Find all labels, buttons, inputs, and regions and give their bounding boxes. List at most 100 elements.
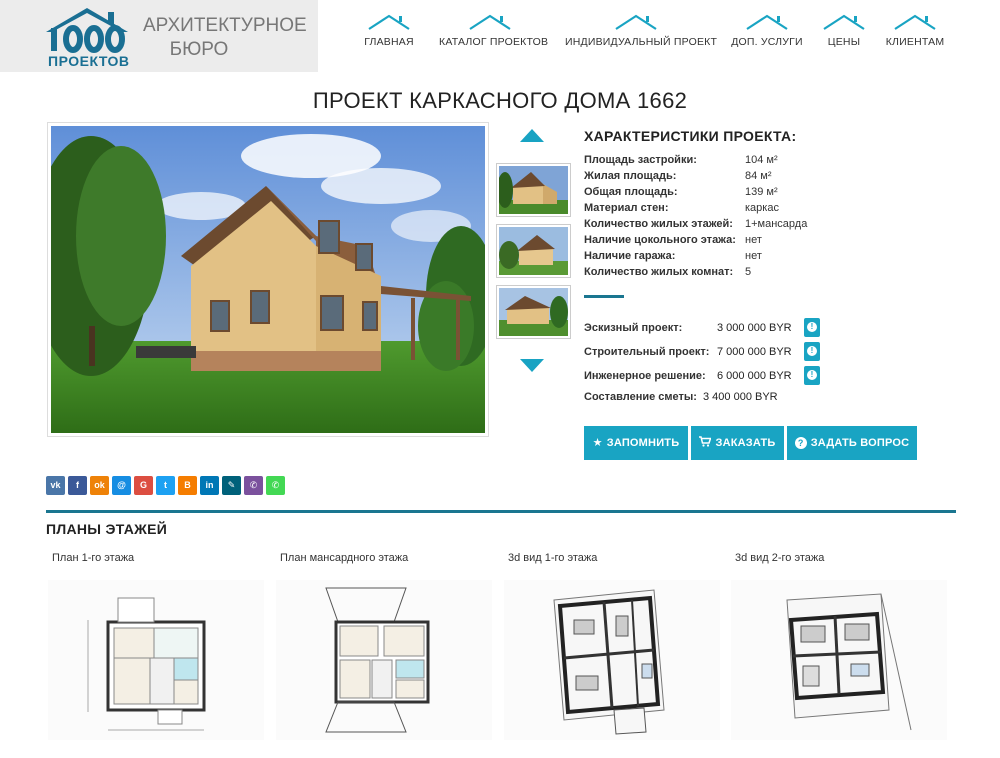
specs-divider [584,295,624,298]
vk-icon[interactable]: vk [46,476,65,495]
spec-row: Жилая площадь: 84 м² [584,168,964,184]
thumb-image [499,227,568,275]
nav-item-clients[interactable]: КЛИЕНТАМ [885,14,945,48]
spec-key: Общая площадь: [584,186,678,198]
logo-line-2: БЮРО [169,39,229,60]
viber-icon[interactable]: ✆ [244,476,263,495]
info-icon: ! [807,322,817,332]
price-label: Строительный проект: [584,346,710,358]
roof-icon [823,14,865,30]
price-row-engineering: Инженерное решение: 6 000 000 BYR [584,366,792,386]
gallery-thumb-1[interactable] [496,163,571,217]
spec-value: 139 м² [745,186,778,198]
project-specs: ХАРАКТЕРИСТИКИ ПРОЕКТА: Площадь застройк… [584,128,964,280]
floor-plan-attic[interactable]: План мансардного этажа [276,552,496,740]
plan-image[interactable] [48,580,264,740]
spec-key: Площадь застройки: [584,154,697,166]
gallery-thumb-3[interactable] [496,285,571,339]
spec-value: нет [745,250,762,262]
roof-icon [746,14,788,30]
info-construction-button[interactable]: ! [804,342,820,361]
main-photo[interactable] [47,122,489,437]
blogger-icon[interactable]: B [178,476,197,495]
nav-label: КАТАЛОГ ПРОЕКТОВ [439,36,549,48]
plan-image[interactable] [504,580,720,740]
spec-key: Материал стен: [584,202,669,214]
button-label: ЗАКАЗАТЬ [715,437,776,449]
logo-block[interactable]: ПРОЕКТОВ АРХИТЕКТУРНОЕ БЮРО [0,0,318,72]
price-row-estimate: Составление сметы: 3 400 000 BYR [584,387,778,407]
spec-row: Площадь застройки: 104 м² [584,152,964,168]
button-label: ЗАПОМНИТЬ [606,437,680,449]
spec-row: Материал стен: каркас [584,200,964,216]
spec-value: 104 м² [745,154,778,166]
nav-label: ИНДИВИДУАЛЬНЫЙ ПРОЕКТ [565,36,718,48]
floor-plan-1[interactable]: План 1-го этажа [48,552,268,740]
plan-image[interactable] [276,580,492,740]
price-value: 3 000 000 BYR [717,322,792,334]
question-icon: ? [794,437,807,449]
moimir-icon[interactable]: @ [112,476,131,495]
nav-item-catalog[interactable]: КАТАЛОГ ПРОЕКТОВ [439,14,549,48]
price-row-sketch: Эскизный проект: 3 000 000 BYR [584,318,792,338]
nav-item-individual[interactable]: ИНДИВИДУАЛЬНЫЙ ПРОЕКТ [565,14,718,48]
price-value: 7 000 000 BYR [717,346,792,358]
nav-label: ЦЕНЫ [827,36,861,48]
logo-text: АРХИТЕКТУРНОЕ БЮРО [143,14,307,62]
logo-line-1: АРХИТЕКТУРНОЕ [143,15,307,36]
spec-row: Общая площадь: 139 м² [584,184,964,200]
nav-label: ДОП. УСЛУГИ [731,36,803,48]
spec-row: Наличие гаража: нет [584,248,964,264]
livejournal-icon[interactable]: ✎ [222,476,241,495]
spec-key: Наличие цокольного этажа: [584,234,736,246]
roof-icon [615,14,657,30]
spec-value: нет [745,234,762,246]
spec-row: Наличие цокольного этажа: нет [584,232,964,248]
price-row-construction: Строительный проект: 7 000 000 BYR [584,342,792,362]
spec-value: 84 м² [745,170,772,182]
googleplus-icon[interactable]: G [134,476,153,495]
nav-label: ГЛАВНАЯ [364,36,414,48]
floor-3d-2[interactable]: 3d вид 2-го этажа [731,552,951,740]
whatsapp-icon[interactable]: ✆ [266,476,285,495]
spec-row: Количество жилых комнат: 5 [584,264,964,280]
ask-question-button[interactable]: ? ЗАДАТЬ ВОПРОС [787,426,917,460]
remember-button[interactable]: ★ ЗАПОМНИТЬ [584,426,688,460]
section-divider [46,510,956,513]
info-sketch-button[interactable]: ! [804,318,820,337]
info-engineering-button[interactable]: ! [804,366,820,385]
plan-caption: План 1-го этажа [52,552,135,564]
spec-key: Количество жилых этажей: [584,218,733,230]
nav-item-services[interactable]: ДОП. УСЛУГИ [731,14,803,48]
info-icon: ! [807,370,817,380]
star-icon: ★ [592,437,603,449]
spec-value: 5 [745,266,752,278]
price-value: 3 400 000 BYR [703,391,778,403]
odnoklassniki-icon[interactable]: ok [90,476,109,495]
floor-3d-1[interactable]: 3d вид 1-го этажа [504,552,724,740]
gallery-down-arrow-icon[interactable] [520,359,544,372]
plan-image[interactable] [731,580,947,740]
house-render-image [51,126,485,433]
spec-key: Наличие гаража: [584,250,676,262]
specs-heading: ХАРАКТЕРИСТИКИ ПРОЕКТА: [584,128,797,144]
plan-caption: 3d вид 2-го этажа [735,552,825,564]
info-icon: ! [807,346,817,356]
facebook-icon[interactable]: f [68,476,87,495]
order-button[interactable]: ЗАКАЗАТЬ [691,426,784,460]
plan-caption: 3d вид 1-го этажа [508,552,598,564]
twitter-icon[interactable]: t [156,476,175,495]
linkedin-icon[interactable]: in [200,476,219,495]
nav-item-prices[interactable]: ЦЕНЫ [821,14,867,48]
nav-label: КЛИЕНТАМ [885,36,945,48]
gallery-up-arrow-icon[interactable] [520,129,544,142]
button-label: ЗАДАТЬ ВОПРОС [810,437,910,449]
nav-item-home[interactable]: ГЛАВНАЯ [355,14,423,48]
spec-value: 1+мансарда [745,218,808,230]
cart-icon [699,426,713,460]
gallery-thumb-2[interactable] [496,224,571,278]
roof-icon [368,14,410,30]
price-label: Составление сметы: [584,391,697,403]
main-nav: ГЛАВНАЯ КАТАЛОГ ПРОЕКТОВ ИНДИВИДУАЛЬНЫЙ … [355,0,960,72]
spec-row: Количество жилых этажей: 1+мансарда [584,216,964,232]
